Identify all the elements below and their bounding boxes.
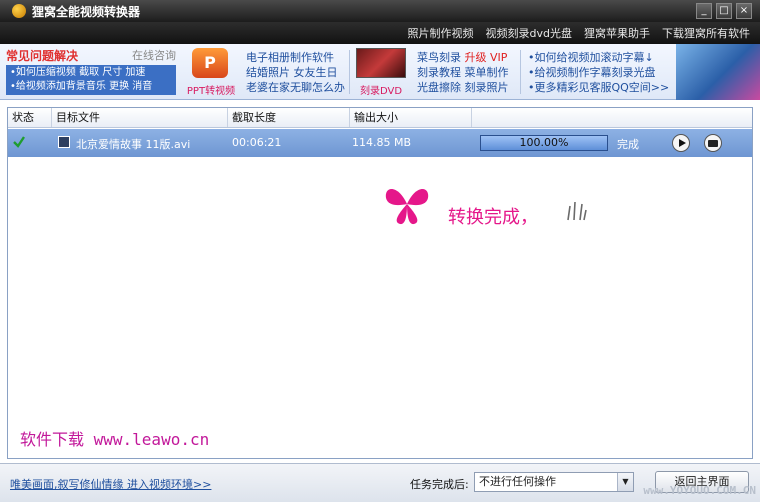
butterfly-icon [385,188,429,225]
status-text: 完成 [617,138,639,151]
banner-link[interactable]: 刻录教程 菜单制作 [417,65,509,80]
output-size: 114.85 MB [352,136,412,149]
done-message: 转换完成， [448,207,538,228]
subtitle-links: •如何给视频加滚动字幕↓ •给视频制作字幕刻录光盘 •更多精彩见客服QQ空间>> [528,50,669,95]
upgrade-vip-link[interactable]: 升级 VIP [465,51,508,64]
grass-icon [567,201,587,221]
target-file: 北京爱情故事 11版.avi [76,138,191,151]
conversion-list: 状态 目标文件 截取长度 输出大小 北京爱情故事 11版.avi 00:06:2… [7,107,753,459]
top-link-bar: 照片制作视频 视频刻录dvd光盘 狸窝苹果助手 下载狸窝所有软件 [0,22,760,44]
app-logo-icon [12,4,26,18]
link-apple-helper[interactable]: 狸窝苹果助手 [584,25,650,41]
banner-link[interactable]: 老婆在家无聊怎么办 [246,80,345,95]
check-icon [13,136,25,148]
after-task-value: 不进行任何操作 [479,475,556,488]
column-header-size[interactable]: 输出大小 [350,108,472,127]
banner-link[interactable]: •如何给视频加滚动字幕↓ [528,50,669,65]
banner-link[interactable]: 电子相册制作软件 [246,50,345,65]
video-file-icon [58,136,70,148]
column-header-duration[interactable]: 截取长度 [228,108,350,127]
clip-duration: 00:06:21 [232,136,282,149]
column-header-status[interactable]: 状态 [8,108,52,127]
online-consult-link[interactable]: 在线咨询 [132,47,176,63]
divider [349,50,350,94]
faq-panel: 常见问题解决 在线咨询 •如何压缩视频 截取 尺寸 加速 •给视频添加背景音乐 … [6,47,176,97]
faq-link[interactable]: •给视频添加背景音乐 更换 消音 [10,80,172,94]
minimize-button[interactable]: _ [696,3,712,19]
progress-bar: 100.00% [480,135,608,151]
window-controls: _ □ × [696,3,752,19]
corner-watermark: www.YOYOUO.COM.CN [643,484,756,497]
folder-icon [708,139,718,147]
open-folder-button[interactable] [704,134,722,152]
album-links: 电子相册制作软件 结婚照片 女友生日 老婆在家无聊怎么办 [246,50,345,95]
faq-link[interactable]: •如何压缩视频 截取 尺寸 加速 [10,66,172,80]
window-title: 狸窝全能视频转换器 [32,4,141,19]
close-button[interactable]: × [736,3,752,19]
column-header-progress [472,108,752,127]
dvd-links: 菜鸟刻录 升级 VIP 刻录教程 菜单制作 光盘擦除 刻录照片 [417,50,509,95]
ad-banner: 常见问题解决 在线咨询 •如何压缩视频 截取 尺寸 加速 •给视频添加背景音乐 … [0,44,760,100]
ppt-to-video-ad[interactable]: P PPT转视频 [182,48,240,97]
game-ad-image[interactable] [676,44,760,100]
bottom-bar: 唯美画面,叙写修仙情缘 进入视频环境>> 任务完成后: 不进行任何操作 ▼ 返回… [0,463,760,502]
chevron-down-icon[interactable]: ▼ [617,473,633,491]
table-header: 状态 目标文件 截取长度 输出大小 [8,108,752,128]
banner-link[interactable]: 结婚照片 女友生日 [246,65,345,80]
video-env-link[interactable]: 唯美画面,叙写修仙情缘 进入视频环境>> [10,476,211,492]
banner-link[interactable]: •更多精彩见客服QQ空间>> [528,80,669,95]
faq-title: 常见问题解决 [6,48,79,63]
dvd-thumbnail [356,48,406,78]
site-watermark: 软件下载 www.leawo.cn [20,430,210,449]
banner-link[interactable]: •给视频制作字幕刻录光盘 [528,65,669,80]
ppt-label: PPT转视频 [186,86,236,97]
maximize-button[interactable]: □ [716,3,732,19]
dvd-label: 刻录DVD [359,86,403,97]
banner-link[interactable]: 菜鸟刻录 [417,51,461,64]
table-row[interactable]: 北京爱情故事 11版.avi 00:06:21 114.85 MB 100.00… [8,129,752,157]
link-photo-video[interactable]: 照片制作视频 [408,25,474,41]
play-icon [678,139,686,147]
title-bar: 狸窝全能视频转换器 _ □ × [0,0,760,22]
banner-link[interactable]: 光盘擦除 刻录照片 [417,80,509,95]
ppt-icon: P [192,48,228,78]
divider [520,50,521,94]
after-task-label: 任务完成后: [410,478,469,491]
link-burn-dvd[interactable]: 视频刻录dvd光盘 [486,25,572,41]
after-task-select[interactable]: 不进行任何操作 ▼ [474,472,634,492]
play-button[interactable] [672,134,690,152]
column-header-file[interactable]: 目标文件 [52,108,228,127]
progress-text: 100.00% [519,136,569,149]
link-download-all[interactable]: 下载狸窝所有软件 [662,25,750,41]
burn-dvd-ad[interactable]: 刻录DVD [354,48,408,97]
